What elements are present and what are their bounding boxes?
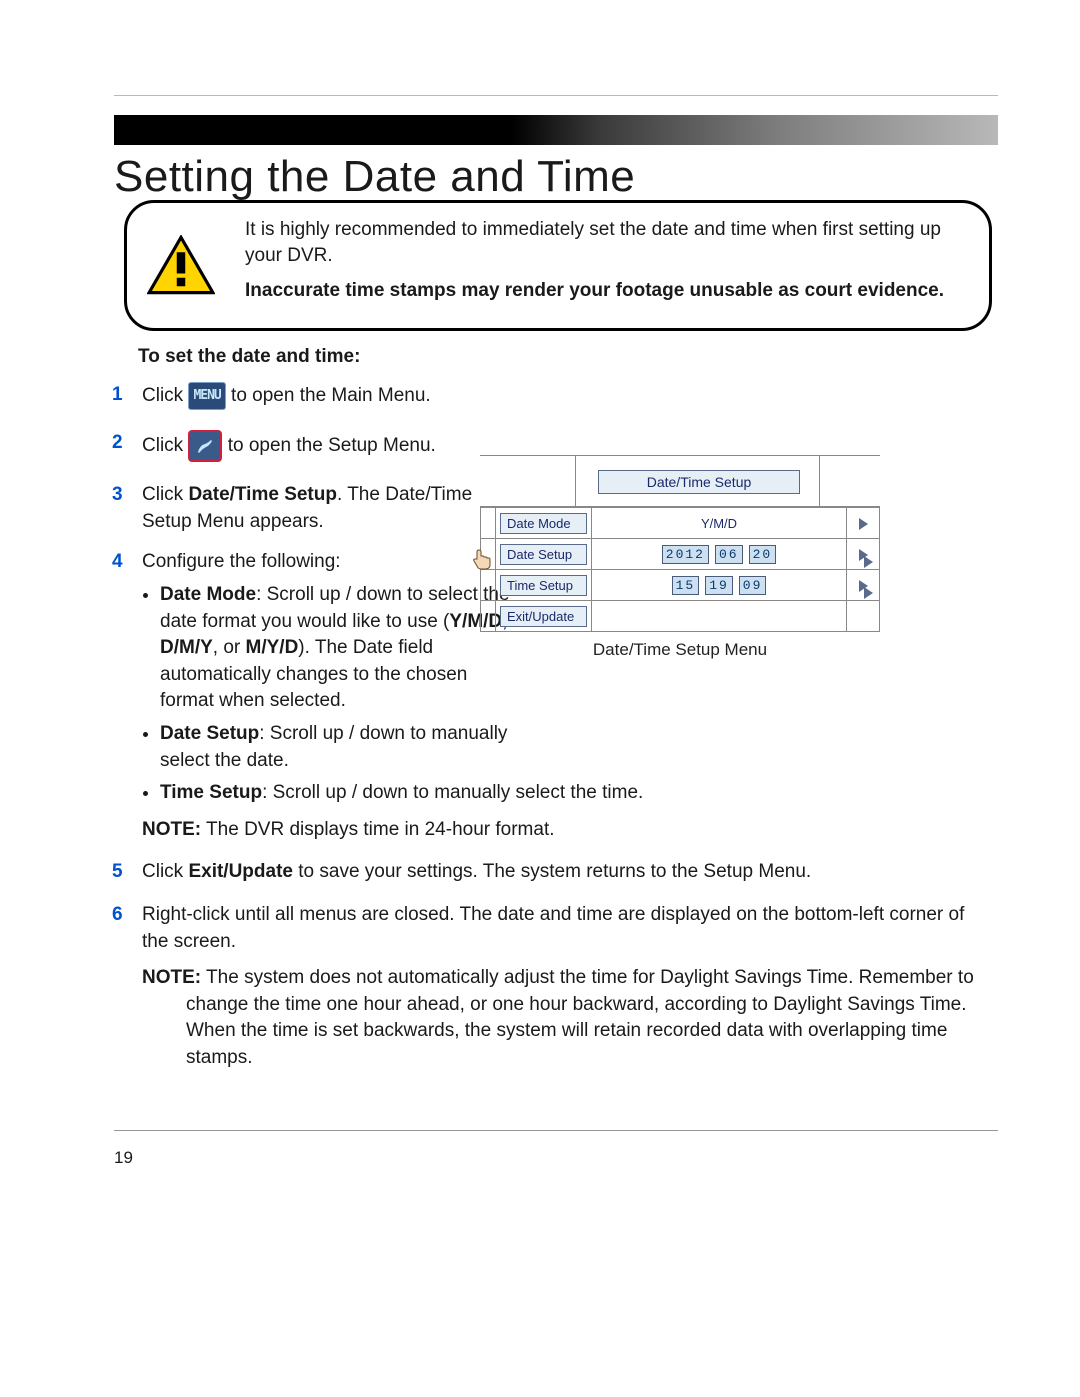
bullet-date-mode-label: Date Mode xyxy=(160,584,256,605)
figure-caption: Date/Time Setup Menu xyxy=(480,640,880,660)
dvr-year-value: 2012 xyxy=(662,545,709,564)
dvr-day-value: 20 xyxy=(749,545,777,564)
step-6-note-label: NOTE: xyxy=(142,967,201,988)
callout-line-1: It is highly recommended to immediately … xyxy=(245,217,965,268)
note-text: The DVR displays time in 24-hour format. xyxy=(201,819,554,840)
step-number: 3 xyxy=(108,482,142,535)
step-number: 1 xyxy=(108,382,142,410)
step-6-note-text: The system does not automatically adjust… xyxy=(186,967,974,1068)
warning-icon xyxy=(147,235,215,295)
dvr-sec-value: 09 xyxy=(739,576,767,595)
step-5-text-a: Click xyxy=(142,861,188,882)
step-2-text-b: to open the Setup Menu. xyxy=(228,435,436,456)
warning-callout: It is highly recommended to immediately … xyxy=(124,200,992,331)
dvr-title-bar: Date/Time Setup xyxy=(598,470,800,494)
step-number: 4 xyxy=(108,549,142,843)
procedure-subhead: To set the date and time: xyxy=(138,346,360,368)
dvr-row-date-setup: Date Setup xyxy=(500,544,587,565)
step-5-link: Exit/Update xyxy=(188,861,293,882)
arrow-right-icon xyxy=(859,518,868,530)
rule-bottom xyxy=(114,1130,998,1131)
step-1-text-b: to open the Main Menu. xyxy=(231,385,431,406)
step-3-link: Date/Time Setup xyxy=(188,484,337,505)
opt-myd: M/Y/D xyxy=(246,637,299,658)
step-3-text-a: Click xyxy=(142,484,188,505)
opt-dmy: D/M/Y xyxy=(160,637,213,658)
setup-icon xyxy=(188,430,222,462)
step-4-intro: Configure the following: xyxy=(142,551,341,572)
page-number: 19 xyxy=(114,1148,133,1168)
dvr-date-mode-value: Y/M/D xyxy=(701,516,737,531)
rule-top xyxy=(114,95,998,96)
step-5-text-b: to save your settings. The system return… xyxy=(293,861,811,882)
double-arrow-right-icon xyxy=(859,549,868,561)
step-2-text-a: Click xyxy=(142,435,188,456)
section-banner xyxy=(114,115,998,145)
step-1-text-a: Click xyxy=(142,385,188,406)
dvr-month-value: 06 xyxy=(715,545,743,564)
menu-icon: MENU xyxy=(188,382,225,410)
step-number: 2 xyxy=(108,430,142,462)
step-number: 6 xyxy=(108,902,142,1072)
step-6-text: Right-click until all menus are closed. … xyxy=(142,904,964,952)
datetime-setup-figure: Date/Time Setup Date Mode Y/M/D Date Set… xyxy=(480,455,880,660)
dvr-row-time-setup: Time Setup xyxy=(500,575,587,596)
bullet-time-setup-label: Time Setup xyxy=(160,782,262,803)
page-title: Setting the Date and Time xyxy=(114,152,635,202)
double-arrow-right-icon xyxy=(859,580,868,592)
dvr-row-date-mode: Date Mode xyxy=(500,513,587,534)
dvr-hour-value: 15 xyxy=(672,576,700,595)
callout-line-2: Inaccurate time stamps may render your f… xyxy=(245,278,965,304)
bullet-date-setup-label: Date Setup xyxy=(160,723,259,744)
note-label: NOTE: xyxy=(142,819,201,840)
dvr-min-value: 19 xyxy=(705,576,733,595)
dvr-row-exit-update: Exit/Update xyxy=(500,606,587,627)
hand-cursor-icon xyxy=(470,547,494,575)
bullet-time-setup-text: : Scroll up / down to manually select th… xyxy=(262,782,643,803)
step-number: 5 xyxy=(108,859,142,886)
